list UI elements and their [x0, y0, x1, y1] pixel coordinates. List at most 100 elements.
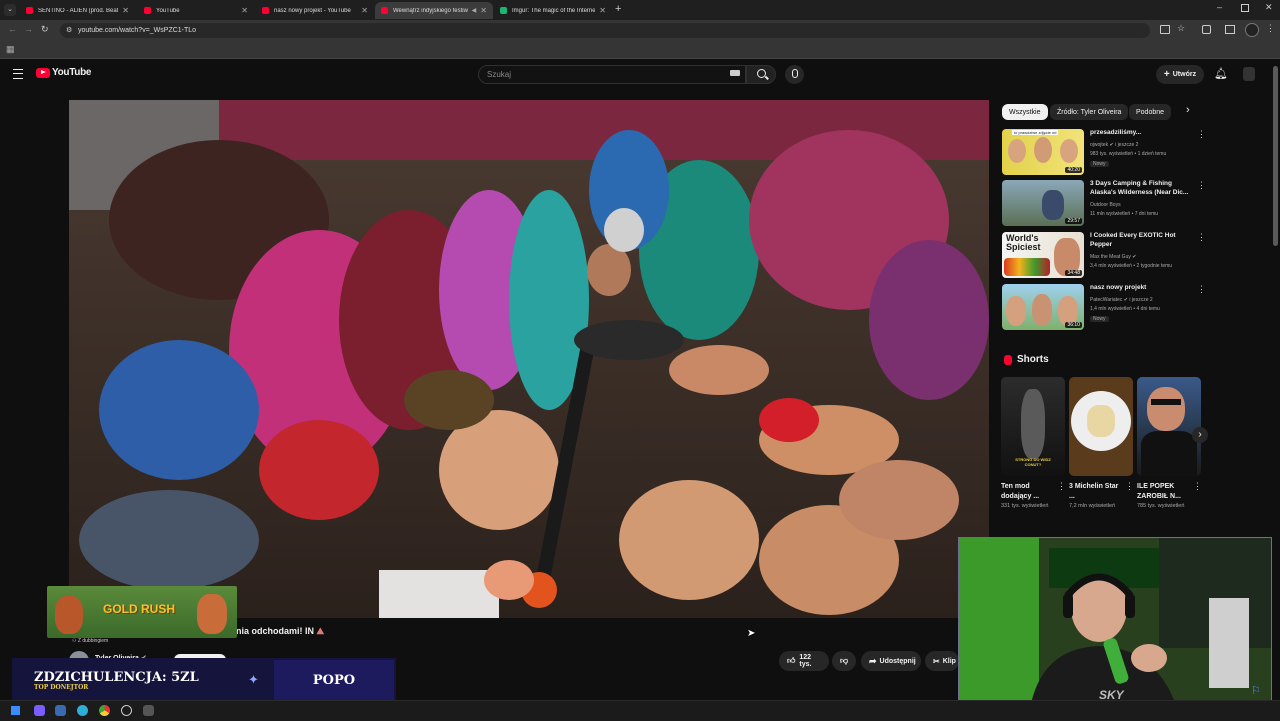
page-scrollbar[interactable] — [1273, 62, 1278, 698]
scrollbar-thumb[interactable] — [1273, 66, 1278, 246]
close-icon[interactable]: ✕ — [480, 6, 487, 15]
like-button[interactable]: 👍︎ 122 tys. — [779, 651, 829, 671]
chevron-right-icon[interactable]: › — [1186, 104, 1190, 116]
close-icon[interactable]: ✕ — [361, 6, 368, 15]
channel-name[interactable]: PatecWariatec ✔ i jeszcze 2 — [1090, 297, 1194, 304]
video-title[interactable]: nasz nowy projekt — [1090, 284, 1194, 293]
more-options-icon[interactable]: ⋮ — [1197, 284, 1206, 295]
app-icon[interactable] — [34, 705, 45, 716]
os-taskbar — [0, 700, 1280, 721]
video-thumbnail[interactable]: 36:10 — [1002, 284, 1084, 330]
video-thumbnail[interactable]: World's Spiciest 34:48 — [1002, 232, 1084, 278]
recommendation-item[interactable]: to prawdziwe zdjęcie od 40:20 przesadzil… — [1002, 129, 1206, 175]
share-label: Udostępnij — [879, 657, 916, 665]
app-icon[interactable] — [143, 705, 154, 716]
video-title[interactable]: 3 Days Camping & Fishing Alaska's Wilder… — [1090, 180, 1194, 197]
close-window-icon[interactable]: ✕ — [1265, 2, 1273, 13]
chip-source[interactable]: Źródło: Tyler Oliveira — [1050, 104, 1129, 120]
address-bar[interactable]: ⚙ youtube.com/watch?v=_WsPZC1-TLo — [60, 23, 1150, 38]
minimize-icon[interactable]: – — [1217, 2, 1222, 12]
short-thumbnail[interactable]: STRONG DO WIDZ CONUT? — [1001, 377, 1065, 476]
maximize-icon[interactable] — [1241, 4, 1249, 12]
youtube-logo[interactable]: YouTube — [36, 67, 92, 78]
recommendation-item[interactable]: 29:57 3 Days Camping & Fishing Alaska's … — [1002, 180, 1206, 226]
search-button[interactable] — [746, 65, 776, 84]
more-options-icon[interactable]: ⋮ — [1197, 232, 1206, 243]
donor-name: POPO — [312, 673, 356, 688]
dirt-emoji-icon: ⛰︎ — [316, 626, 325, 636]
voice-search-button[interactable] — [785, 65, 804, 84]
keyboard-icon[interactable] — [730, 70, 740, 76]
browser-tab[interactable]: SENTINO - ALIEN (prod. Beathoven) ✕ — [20, 2, 135, 19]
channel-name[interactable]: Max the Meat Guy ✔ — [1090, 254, 1194, 261]
chrome-icon[interactable] — [99, 705, 110, 716]
site-info-icon[interactable]: ⚙ — [66, 23, 72, 38]
url-text: youtube.com/watch?v=_WsPZC1-TLo — [78, 27, 197, 34]
hamburger-menu-icon[interactable] — [13, 69, 23, 79]
browser-tab[interactable]: Imgur: The magic of the Internet ✕ — [494, 2, 612, 19]
app-icon[interactable] — [77, 705, 88, 716]
video-title[interactable]: I Cooked Every EXOTIC Hot Pepper — [1090, 232, 1194, 249]
new-tab-button[interactable]: + — [615, 3, 621, 15]
short-thumbnail[interactable] — [1137, 377, 1201, 476]
short-item[interactable]: ILE POPEK ZAROBIŁ N... 785 tys. wyświetl… — [1137, 377, 1202, 510]
dislike-button[interactable]: 👎︎ — [832, 651, 856, 671]
app-icon[interactable] — [55, 705, 66, 716]
browser-tab-bar: ⌄ SENTINO - ALIEN (prod. Beathoven) ✕ Yo… — [0, 0, 1280, 20]
short-views: 7,2 mln wyświetleń — [1069, 503, 1116, 509]
app-icon[interactable] — [121, 705, 132, 716]
short-title[interactable]: Ten mod dodający ... — [1001, 482, 1057, 502]
forward-icon[interactable]: → — [24, 24, 33, 34]
video-thumbnail[interactable]: to prawdziwe zdjęcie od 40:20 — [1002, 129, 1084, 175]
back-icon[interactable]: ← — [8, 24, 17, 34]
browser-tab-active[interactable]: Wewnątrz indyjskiego festiwalu ◀ ✕ — [375, 2, 493, 19]
browser-tab[interactable]: nasz nowy projekt - YouTube ✕ — [256, 2, 374, 19]
shorts-next-button[interactable]: › — [1192, 427, 1208, 443]
start-icon[interactable] — [11, 706, 20, 715]
account-avatar[interactable] — [1243, 67, 1255, 81]
game-banner-text: GOLD RUSH — [103, 602, 175, 616]
short-item[interactable]: 3 Michelin Star ... 7,2 mln wyświetleń ⋮ — [1069, 377, 1134, 510]
browser-tab[interactable]: YouTube ✕ — [138, 2, 254, 19]
chip-related[interactable]: Podobne — [1129, 104, 1172, 120]
video-player[interactable] — [69, 100, 989, 618]
short-title[interactable]: ILE POPEK ZAROBIŁ N... — [1137, 482, 1193, 502]
profile-avatar[interactable] — [1245, 23, 1259, 37]
split-view-icon[interactable] — [1225, 25, 1235, 34]
clip-button[interactable]: ✂ Klip — [925, 651, 959, 671]
cast-icon[interactable] — [1160, 25, 1170, 34]
reload-icon[interactable]: ↻ — [41, 24, 49, 35]
more-options-icon[interactable]: ⋮ — [1197, 129, 1206, 140]
verified-icon: ✔ — [1123, 297, 1128, 303]
notifications-bell-icon[interactable]: 🔔︎ — [1214, 67, 1228, 80]
recommendation-item[interactable]: 36:10 nasz nowy projekt PatecWariatec ✔ … — [1002, 284, 1206, 330]
video-title[interactable]: przesadziliśmy... — [1090, 129, 1194, 138]
recommendation-item[interactable]: World's Spiciest 34:48 I Cooked Every EX… — [1002, 232, 1206, 278]
more-options-icon[interactable]: ⋮ — [1197, 180, 1206, 191]
short-title[interactable]: 3 Michelin Star ... — [1069, 482, 1125, 502]
close-icon[interactable]: ✕ — [122, 6, 129, 15]
more-options-icon[interactable]: ⋮ — [1057, 481, 1066, 492]
create-label: Utwórz — [1172, 71, 1197, 78]
short-item[interactable]: STRONG DO WIDZ CONUT? Ten mod dodający .… — [1001, 377, 1066, 510]
chip-all[interactable]: Wszystkie — [1002, 104, 1048, 120]
menu-kebab-icon[interactable]: ⋮ — [1266, 23, 1275, 34]
speaker-icon[interactable]: ◀ — [472, 7, 477, 14]
channel-name[interactable]: Outdoor Boys — [1090, 202, 1194, 209]
channel-name[interactable]: ojwojtek ✔ i jeszcze 2 — [1090, 142, 1194, 149]
new-badge: Nowy — [1090, 316, 1109, 322]
share-button[interactable]: ➦ Udostępnij — [861, 651, 921, 671]
create-button[interactable]: + Utwórz — [1156, 65, 1204, 84]
star-icon[interactable]: ☆ — [1177, 23, 1185, 34]
close-icon[interactable]: ✕ — [599, 6, 606, 15]
extensions-icon[interactable] — [1202, 25, 1211, 34]
duration-badge: 36:10 — [1065, 322, 1082, 328]
more-options-icon[interactable]: ⋮ — [1193, 481, 1202, 492]
video-thumbnail[interactable]: 29:57 — [1002, 180, 1084, 226]
apps-grid-icon[interactable]: ▦ — [6, 44, 15, 55]
search-input[interactable]: Szukaj — [478, 65, 746, 84]
tab-search-button[interactable]: ⌄ — [4, 4, 16, 16]
short-thumbnail[interactable] — [1069, 377, 1133, 476]
close-icon[interactable]: ✕ — [241, 6, 248, 15]
more-options-icon[interactable]: ⋮ — [1125, 481, 1134, 492]
